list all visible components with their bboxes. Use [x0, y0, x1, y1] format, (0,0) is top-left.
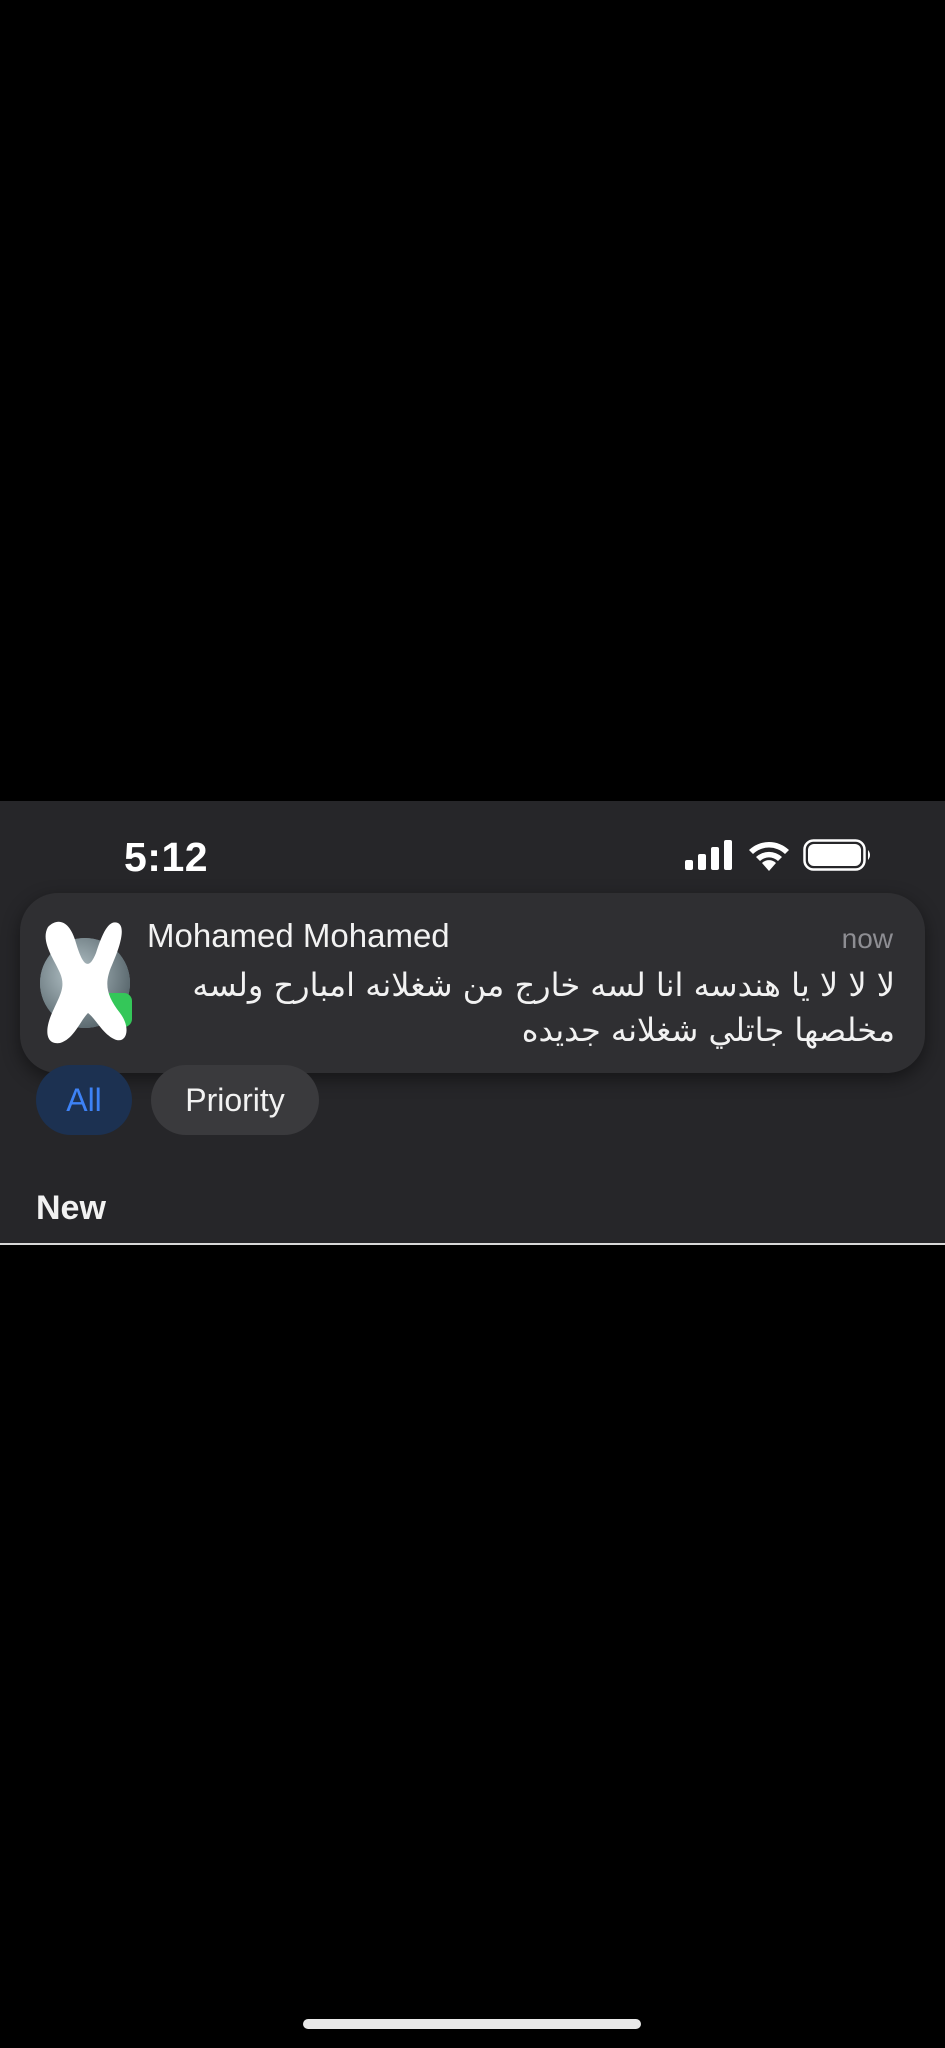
notification-message: لا لا لا يا هندسه انا لسه خارج من شغلانه… — [192, 966, 895, 1049]
redacted-avatar-icon — [40, 913, 152, 1053]
wifi-icon — [747, 839, 791, 871]
filter-tabs: All Priority — [36, 1065, 319, 1135]
message-notification[interactable]: Mohamed Mohamed now لا لا لا يا هندسه ان… — [20, 893, 925, 1073]
status-time: 5:12 — [124, 834, 209, 880]
filter-priority-tab[interactable]: Priority — [151, 1065, 319, 1135]
filter-all-tab[interactable]: All — [36, 1065, 132, 1135]
screen-capture-band: 5:12 Mohamed Mohamed now لا لا لا يا هند… — [0, 801, 945, 1245]
status-icons — [685, 839, 873, 871]
battery-icon — [803, 839, 873, 871]
cellular-signal-icon — [685, 840, 735, 870]
notification-sender: Mohamed Mohamed — [147, 917, 450, 954]
notification-time: now — [841, 923, 893, 954]
section-title-new: New — [36, 1189, 106, 1227]
home-indicator[interactable] — [303, 2019, 641, 2029]
